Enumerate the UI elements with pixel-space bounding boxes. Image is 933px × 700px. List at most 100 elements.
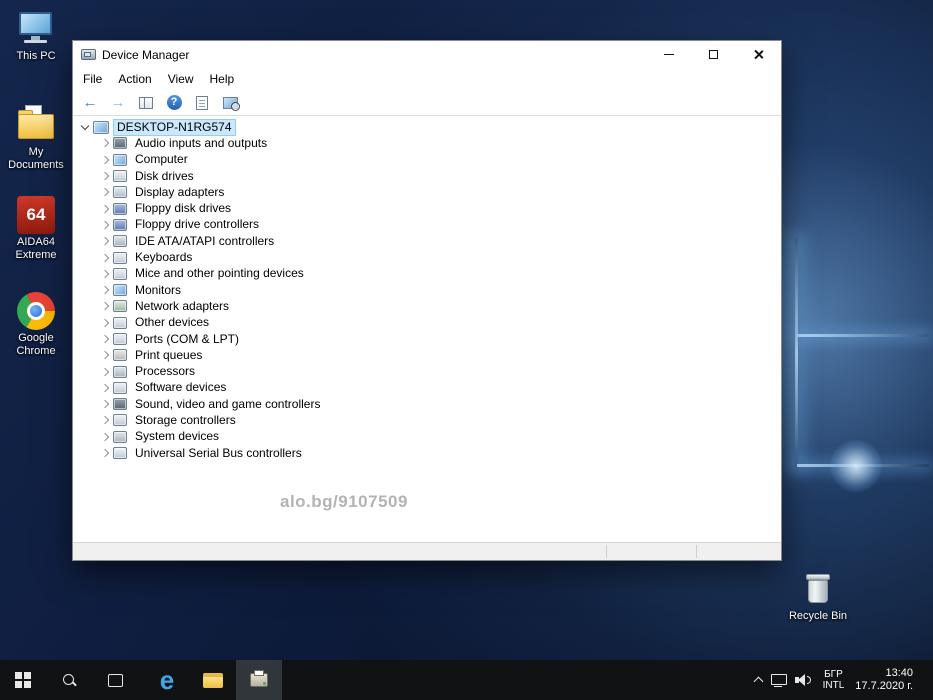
menu-file[interactable]: File bbox=[75, 70, 110, 88]
expand-chevron-icon[interactable] bbox=[97, 364, 113, 380]
expand-chevron-icon[interactable] bbox=[97, 152, 113, 168]
maximize-button[interactable] bbox=[691, 41, 736, 68]
device-category-icon bbox=[113, 300, 127, 313]
desktop-icon-this-pc[interactable]: This PC bbox=[4, 8, 68, 63]
tree-item-label: Universal Serial Bus controllers bbox=[135, 445, 302, 460]
menubar: File Action View Help bbox=[73, 68, 781, 90]
export-list-button[interactable] bbox=[189, 92, 215, 114]
tree-row[interactable]: Floppy disk drives bbox=[77, 200, 781, 216]
tree-item-label: Print queues bbox=[135, 347, 203, 362]
tree-item-label: IDE ATA/ATAPI controllers bbox=[135, 233, 275, 248]
statusbar bbox=[73, 542, 781, 560]
edge-icon: e bbox=[159, 665, 175, 695]
expand-chevron-icon[interactable] bbox=[97, 168, 113, 184]
expand-chevron-icon[interactable] bbox=[97, 135, 113, 151]
forward-button[interactable] bbox=[105, 92, 131, 114]
desktop-icon-recycle-bin[interactable]: Recycle Bin bbox=[786, 568, 850, 623]
desktop-icon-my-documents[interactable]: My Documents bbox=[4, 104, 68, 172]
device-category-icon bbox=[113, 333, 127, 345]
tree-row[interactable]: Network adapters bbox=[77, 298, 781, 314]
menu-view[interactable]: View bbox=[160, 70, 202, 88]
device-manager-icon bbox=[250, 670, 268, 687]
tree-row[interactable]: Computer bbox=[77, 152, 781, 168]
desktop-icon-label: Recycle Bin bbox=[788, 610, 848, 622]
help-button[interactable] bbox=[161, 92, 187, 114]
tree-item-label: Ports (COM & LPT) bbox=[135, 331, 240, 346]
tree-row[interactable]: Floppy drive controllers bbox=[77, 217, 781, 233]
expand-chevron-icon[interactable] bbox=[97, 184, 113, 200]
device-category-icon bbox=[113, 235, 127, 248]
expand-chevron-icon[interactable] bbox=[97, 412, 113, 428]
system-tray: БГР INTL 13:40 17.7.2020 г. bbox=[753, 660, 933, 700]
volume-icon[interactable] bbox=[794, 673, 812, 687]
tree-row[interactable]: Universal Serial Bus controllers bbox=[77, 445, 781, 461]
tree-row[interactable]: Sound, video and game controllers bbox=[77, 396, 781, 412]
expand-chevron-icon[interactable] bbox=[97, 315, 113, 331]
language-indicator[interactable]: БГР INTL bbox=[821, 669, 847, 691]
tree-item-label: Disk drives bbox=[135, 168, 194, 183]
language-bottom: INTL bbox=[822, 680, 845, 691]
device-manager-taskbar-button[interactable] bbox=[236, 660, 282, 700]
expand-chevron-icon[interactable] bbox=[97, 233, 113, 249]
tree-row[interactable]: Keyboards bbox=[77, 249, 781, 265]
network-icon[interactable] bbox=[770, 674, 787, 687]
close-button[interactable] bbox=[736, 41, 781, 68]
clock[interactable]: 13:40 17.7.2020 г. bbox=[855, 667, 913, 693]
expand-chevron-icon[interactable] bbox=[97, 201, 113, 217]
menu-help[interactable]: Help bbox=[202, 70, 243, 88]
tree-item-label: Audio inputs and outputs bbox=[135, 135, 268, 150]
tree-row[interactable]: Processors bbox=[77, 363, 781, 379]
tree-row[interactable]: Disk drives bbox=[77, 168, 781, 184]
minimize-button[interactable] bbox=[646, 41, 691, 68]
tree-row[interactable]: Software devices bbox=[77, 380, 781, 396]
search-button[interactable] bbox=[46, 660, 92, 700]
tree-row[interactable]: Monitors bbox=[77, 282, 781, 298]
maximize-icon bbox=[709, 50, 718, 59]
device-manager-window: Device Manager File Action View Help ← →… bbox=[72, 40, 782, 561]
menu-action[interactable]: Action bbox=[110, 70, 159, 88]
desktop-icon-aida64[interactable]: 64 AIDA64 Extreme bbox=[4, 196, 68, 262]
expand-chevron-icon[interactable] bbox=[97, 445, 113, 461]
file-explorer-button[interactable] bbox=[190, 660, 236, 700]
tree-row[interactable]: Audio inputs and outputs bbox=[77, 135, 781, 151]
device-category-icon bbox=[113, 414, 127, 427]
expand-chevron-icon[interactable] bbox=[97, 331, 113, 347]
device-category-icon bbox=[113, 398, 127, 411]
expand-chevron-icon[interactable] bbox=[97, 250, 113, 266]
recycle-bin-icon bbox=[798, 568, 838, 608]
tree-row[interactable]: Storage controllers bbox=[77, 412, 781, 428]
expand-chevron-icon[interactable] bbox=[97, 217, 113, 233]
desktop-icon-google-chrome[interactable]: Google Chrome bbox=[4, 292, 68, 358]
hidden-icons-chevron[interactable] bbox=[753, 676, 764, 687]
titlebar[interactable]: Device Manager bbox=[73, 41, 781, 68]
tree-row[interactable]: IDE ATA/ATAPI controllers bbox=[77, 233, 781, 249]
tree-row[interactable]: Print queues bbox=[77, 347, 781, 363]
edge-button[interactable]: e bbox=[144, 660, 190, 700]
task-view-button[interactable] bbox=[92, 660, 138, 700]
expand-chevron-icon[interactable] bbox=[97, 298, 113, 314]
device-category-icon bbox=[113, 447, 127, 460]
tree-row[interactable]: Display adapters bbox=[77, 184, 781, 200]
tree-row[interactable]: System devices bbox=[77, 429, 781, 445]
expand-chevron-icon[interactable] bbox=[97, 282, 113, 298]
watermark: alo.bg/9107509 bbox=[280, 492, 408, 511]
expand-chevron-icon[interactable] bbox=[97, 380, 113, 396]
desktop-icon-label: My Documents bbox=[8, 146, 64, 171]
expand-chevron-icon[interactable] bbox=[97, 266, 113, 282]
tree-row[interactable]: Other devices bbox=[77, 315, 781, 331]
tree-item-label: Storage controllers bbox=[135, 412, 236, 427]
show-console-tree-button[interactable] bbox=[133, 92, 159, 114]
scan-hardware-button[interactable] bbox=[217, 92, 243, 114]
start-button[interactable] bbox=[0, 660, 46, 700]
device-category-icon bbox=[113, 284, 127, 297]
expand-chevron-icon[interactable] bbox=[97, 347, 113, 363]
collapse-chevron-icon[interactable] bbox=[77, 119, 93, 135]
tree-item-label: Floppy drive controllers bbox=[135, 217, 260, 232]
help-icon bbox=[166, 95, 182, 110]
expand-chevron-icon[interactable] bbox=[97, 396, 113, 412]
tree-root-row[interactable]: DESKTOP-N1RG574 bbox=[77, 118, 781, 136]
back-button[interactable] bbox=[77, 92, 103, 114]
expand-chevron-icon[interactable] bbox=[97, 429, 113, 445]
tree-row[interactable]: Mice and other pointing devices bbox=[77, 266, 781, 282]
tree-row[interactable]: Ports (COM & LPT) bbox=[77, 331, 781, 347]
